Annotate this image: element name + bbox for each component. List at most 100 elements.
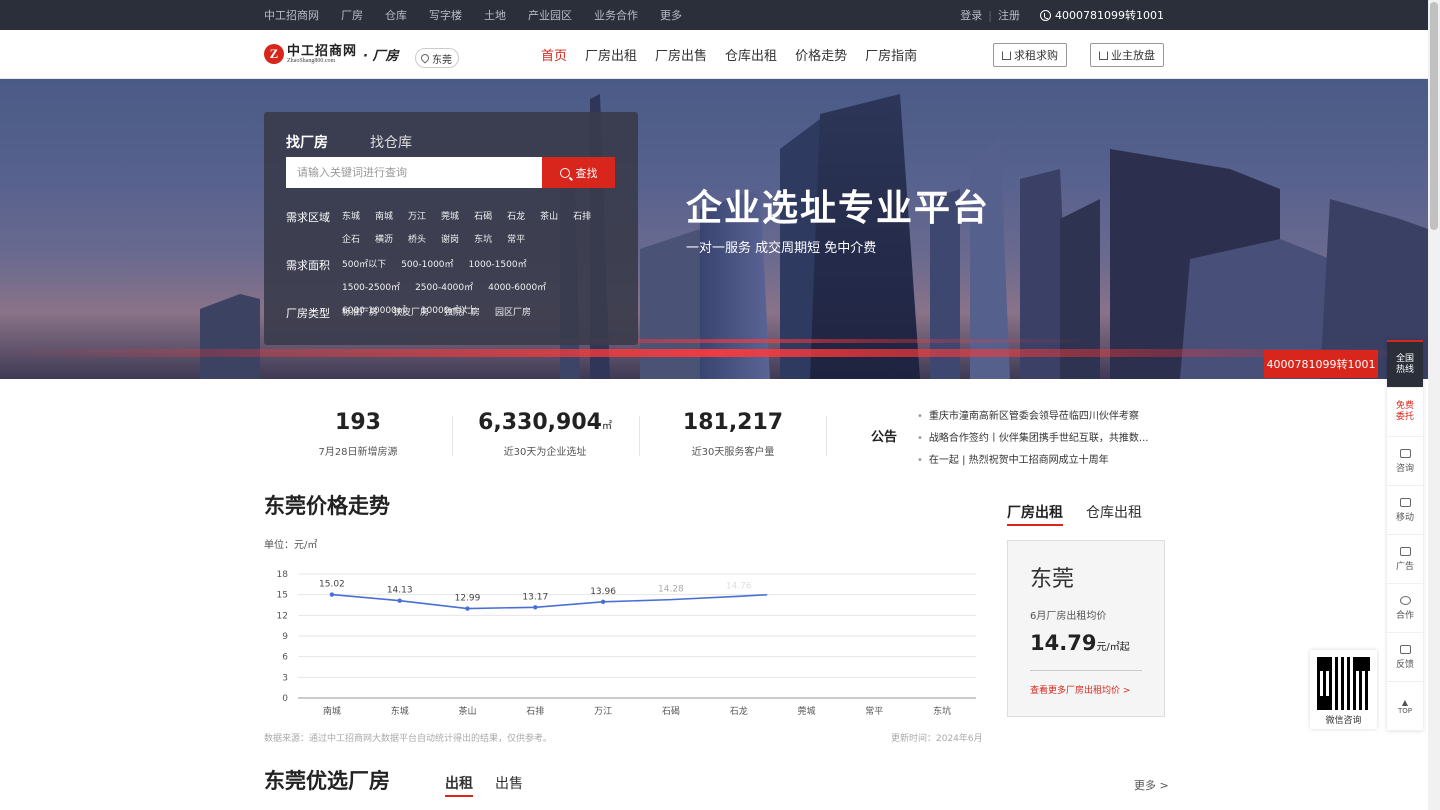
nav-factory-rent[interactable]: 厂房出租 — [585, 45, 637, 64]
price-card: 东莞 6月厂房出租均价 14.79元/㎡起 查看更多厂房出租均价 > — [1007, 540, 1165, 717]
page-scrollbar[interactable] — [1428, 0, 1440, 810]
tab-warehouse-rent[interactable]: 仓库出租 — [1086, 502, 1142, 526]
notice-item[interactable]: 重庆市潼南高新区管委会领导莅临四川伙伴考察 — [917, 406, 1148, 428]
featured-tabs: 出租 出售 — [445, 773, 523, 797]
nav-factory-guide[interactable]: 厂房指南 — [865, 45, 917, 64]
x-tick-label: 茶山 — [458, 705, 476, 717]
stat-label: 近30天服务客户量 — [691, 447, 775, 458]
price-card-label: 6月厂房出租均价 — [1030, 611, 1107, 622]
chart-unit: 单位：元/㎡ — [264, 540, 318, 551]
size-option[interactable]: 1500-2500㎡ — [342, 280, 400, 293]
stat-unit: ㎡ — [601, 421, 612, 432]
more-prices-link[interactable]: 查看更多厂房出租均价 > — [1030, 683, 1130, 696]
area-option[interactable]: 谢岗 — [441, 232, 459, 245]
data-point — [397, 598, 402, 603]
nav-price-trend[interactable]: 价格走势 — [795, 45, 847, 64]
city-name: 东莞 — [432, 54, 452, 66]
type-option[interactable]: 标准厂房 — [342, 305, 378, 321]
nav-factory-sale[interactable]: 厂房出售 — [655, 45, 707, 64]
tab-sale[interactable]: 出售 — [495, 773, 523, 797]
top-link[interactable]: 业务合作 — [594, 7, 638, 23]
area-option[interactable]: 桥头 — [408, 232, 426, 245]
size-option[interactable]: 2500-4000㎡ — [415, 280, 473, 293]
size-option[interactable]: 1000-1500㎡ — [469, 257, 527, 270]
area-option[interactable]: 莞城 — [441, 209, 459, 222]
top-link[interactable]: 仓库 — [385, 7, 407, 23]
hotline-popup: 4000781099转1001 — [1264, 350, 1378, 378]
top-link[interactable]: 更多 — [660, 7, 682, 23]
filter-type-options: 标准厂房 铁皮厂房 独院厂房 园区厂房 — [342, 305, 612, 321]
login-link[interactable]: 登录 — [960, 7, 982, 23]
search-input[interactable]: 请输入关键词进行查询 — [286, 157, 542, 188]
owner-list-button[interactable]: 业主放盘 — [1090, 43, 1164, 67]
area-option[interactable]: 石排 — [573, 209, 591, 222]
area-option[interactable]: 常平 — [507, 232, 525, 245]
register-link[interactable]: 注册 — [998, 7, 1020, 23]
size-option[interactable]: 500㎡以下 — [342, 257, 386, 270]
house-icon — [1099, 50, 1108, 60]
type-option[interactable]: 园区厂房 — [495, 305, 531, 321]
notice-item[interactable]: 战略合作签约丨伙伴集团携手世纪互联，共推数... — [917, 428, 1149, 450]
search-button[interactable]: 查找 — [542, 157, 615, 188]
sidebar-free-entrust[interactable]: 免费委托 — [1387, 388, 1423, 437]
data-label: 12.99 — [455, 594, 481, 604]
banner-title: 企业选址专业平台 — [686, 188, 991, 229]
price-card-value: 14.79元/㎡起 — [1030, 631, 1130, 655]
x-tick-label: 石碣 — [662, 706, 680, 717]
sidebar-feedback[interactable]: 反馈 — [1387, 633, 1423, 682]
area-option[interactable]: 横沥 — [375, 232, 393, 245]
notice-item[interactable]: 在一起 | 热烈祝贺中工招商网成立十周年 — [917, 450, 1148, 472]
nav-warehouse-rent[interactable]: 仓库出租 — [725, 45, 777, 64]
top-link[interactable]: 写字楼 — [429, 7, 462, 23]
type-option[interactable]: 独院厂房 — [444, 305, 480, 321]
top-link[interactable]: 厂房 — [341, 7, 363, 23]
area-option[interactable]: 东坑 — [474, 232, 492, 245]
data-label: 14.76 — [726, 581, 752, 591]
area-option[interactable]: 茶山 — [540, 209, 558, 222]
mobile-icon — [1399, 497, 1411, 507]
sidebar-consult[interactable]: 咨询 — [1387, 437, 1423, 486]
size-option[interactable]: 4000-6000㎡ — [488, 280, 546, 293]
notice-list: 重庆市潼南高新区管委会领导莅临四川伙伴考察 战略合作签约丨伙伴集团携手世纪互联，… — [917, 406, 1149, 472]
sidebar-ad[interactable]: 广告 — [1387, 535, 1423, 584]
main-header: Z 中工招商网 ZhaoShang800.com · 厂房 东莞 首页 厂房出租… — [0, 30, 1440, 79]
area-option[interactable]: 万江 — [408, 209, 426, 222]
x-tick-label: 莞城 — [797, 705, 815, 717]
sidebar-cooperate[interactable]: 合作 — [1387, 584, 1423, 633]
area-option[interactable]: 东城 — [342, 209, 360, 222]
tab-factory-rent[interactable]: 厂房出租 — [1007, 502, 1063, 526]
tab-find-factory[interactable]: 找厂房 — [286, 132, 328, 152]
filter-type-label: 厂房类型 — [286, 307, 330, 320]
more-link[interactable]: 更多 > — [1134, 777, 1169, 793]
scrollbar-thumb[interactable] — [1430, 2, 1438, 230]
area-option[interactable]: 石碣 — [474, 209, 492, 222]
top-link[interactable]: 土地 — [484, 7, 506, 23]
data-label: 13.17 — [522, 592, 548, 602]
area-option[interactable]: 石龙 — [507, 209, 525, 222]
sidebar-hotline[interactable]: 全国热线 — [1387, 340, 1423, 388]
city-selector[interactable]: 东莞 — [415, 48, 459, 68]
area-option[interactable]: 南城 — [375, 209, 393, 222]
location-pin-icon — [419, 52, 431, 64]
wechat-qr: 微信咨询 — [1310, 650, 1377, 729]
data-source-note: 数据来源：通过中工招商网大数据平台自动统计得出的结果，仅供参考。 — [264, 734, 553, 744]
top-link[interactable]: 产业园区 — [528, 7, 572, 23]
want-rent-button[interactable]: 求租求购 — [993, 43, 1067, 67]
price-value: 14.79 — [1030, 631, 1097, 655]
area-option[interactable]: 企石 — [342, 232, 360, 245]
top-link[interactable]: 中工招商网 — [264, 7, 319, 23]
type-option[interactable]: 铁皮厂房 — [393, 305, 429, 321]
x-tick-label: 石排 — [526, 705, 544, 717]
sidebar-mobile[interactable]: 移动 — [1387, 486, 1423, 535]
size-option[interactable]: 500-1000㎡ — [401, 257, 453, 270]
divider — [826, 416, 827, 456]
tab-find-warehouse[interactable]: 找仓库 — [370, 132, 412, 152]
y-tick-label: 3 — [282, 673, 288, 683]
sidebar-label: 合作 — [1395, 610, 1414, 621]
stat-value: 181,217 — [682, 410, 784, 435]
data-point — [329, 592, 335, 597]
site-logo[interactable]: Z 中工招商网 ZhaoShang800.com · 厂房 — [264, 44, 398, 64]
tab-rent[interactable]: 出租 — [445, 773, 473, 797]
nav-home[interactable]: 首页 — [541, 45, 567, 64]
sidebar-top[interactable]: ▲ TOP — [1387, 682, 1423, 731]
